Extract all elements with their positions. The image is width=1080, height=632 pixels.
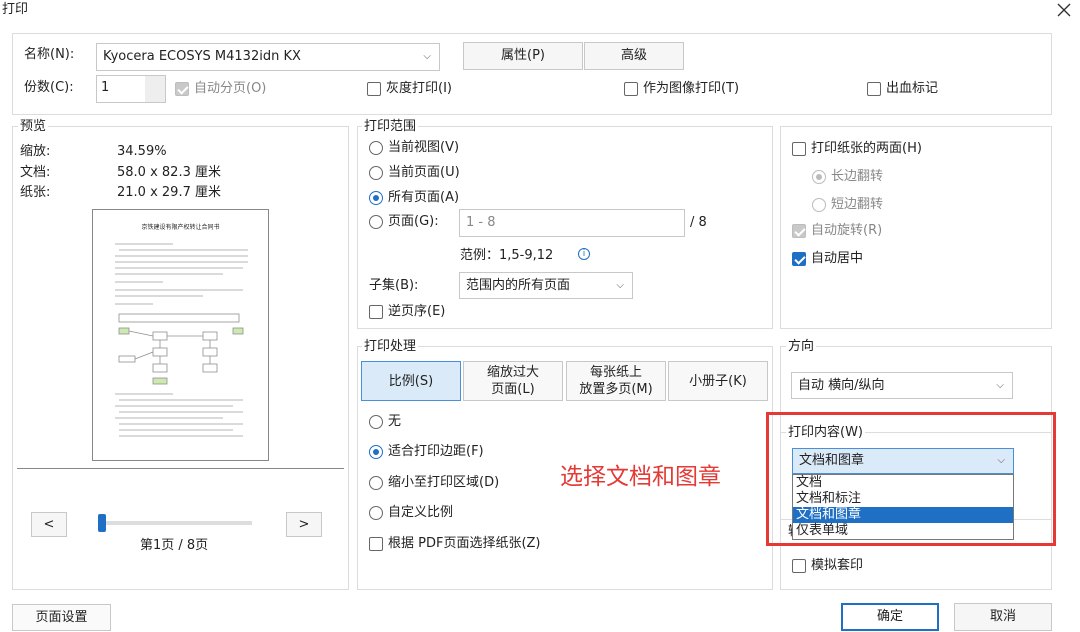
bleed-checkbox[interactable]: 出血标记 [867,80,938,98]
both-sides-checkbox[interactable]: 打印纸张的两面(H) [792,140,922,158]
prev-page-button[interactable]: < [31,512,67,537]
range-example: 范例：1,5-9,12 [460,248,554,263]
fit-margins-radio[interactable]: 适合打印边距(F) [369,443,484,461]
custom-scale-radio[interactable]: 自定义比例 [369,504,453,522]
range-pages-radio[interactable]: 页面(G): [369,213,439,231]
chevron-down-icon: ⌵ [423,51,431,62]
preview-title: 预览 [18,119,49,135]
pages-input[interactable]: 1 - 8 [459,209,685,237]
cancel-button[interactable]: 取消 [954,603,1052,631]
close-icon[interactable] [1056,2,1072,18]
doc-size-value: 58.0 x 82.3 厘米 [117,165,221,180]
properties-button[interactable]: 属性(P) [463,42,583,70]
pdf-paper-checkbox[interactable]: 根据 PDF页面选择纸张(Z) [369,535,541,553]
annotation-text: 选择文档和图章 [560,464,721,490]
copies-label: 份数(C): [24,80,74,95]
print-range-title: 打印范围 [362,119,419,135]
range-all-pages-radio[interactable]: 所有页面(A) [369,189,459,207]
shrink-radio[interactable]: 缩小至打印区域(D) [369,474,499,492]
simulate-overprint-checkbox[interactable]: 模拟套印 [792,557,863,575]
pages-total: / 8 [690,215,707,230]
subset-label: 子集(B): [369,278,419,293]
auto-center-checkbox[interactable]: 自动居中 [792,250,863,268]
long-edge-radio[interactable]: 长边翻转 [812,168,883,186]
orientation-select[interactable]: 自动 横向/纵向 ⌵ [791,372,1013,399]
paper-size-value: 21.0 x 29.7 厘米 [117,185,221,200]
info-icon[interactable]: i [578,248,590,260]
scale-button[interactable]: 比例(S) [361,361,461,401]
next-page-button[interactable]: > [286,512,322,537]
subset-select[interactable]: 范围内的所有页面 ⌵ [459,272,633,299]
auto-rotate-checkbox[interactable]: 自动旋转(R) [792,222,882,240]
scale-none-radio[interactable]: 无 [369,413,401,431]
printer-value: Kyocera ECOSYS M4132idn KX [103,49,301,64]
highlight-box [766,412,1056,546]
printer-name-label: 名称(N): [24,47,75,62]
doc-size-label: 文档: [20,165,51,180]
paper-size-label: 纸张: [20,185,51,200]
print-handling-title: 打印处理 [362,339,419,355]
copies-input[interactable]: 1 [96,75,166,103]
page-preview: 京铁建设有限产权转让合同书 [92,209,269,461]
page-setup-button[interactable]: 页面设置 [12,604,111,631]
grayscale-checkbox[interactable]: 灰度打印(I) [367,80,452,98]
page-slider-track[interactable] [98,514,252,532]
range-current-view-radio[interactable]: 当前视图(V) [369,139,459,157]
orientation-title: 方向 [786,339,817,355]
advanced-button[interactable]: 高级 [584,42,684,70]
preview-content [115,243,248,437]
collate-checkbox[interactable]: 自动分页(O) [175,80,266,98]
ok-button[interactable]: 确定 [841,603,939,631]
page-indicator: 第1页 / 8页 [140,538,209,553]
booklet-button[interactable]: 小册子(K) [668,361,768,401]
zoom-value: 34.59% [117,144,167,159]
window-title: 打印 [2,2,29,17]
chevron-down-icon: ⌵ [616,280,624,291]
title-bar: 打印 [0,0,1080,22]
print-as-image-checkbox[interactable]: 作为图像打印(T) [624,80,739,98]
reverse-order-checkbox[interactable]: 逆页序(E) [369,303,445,321]
range-current-page-radio[interactable]: 当前页面(U) [369,164,460,182]
zoom-label: 缩放: [20,144,51,159]
multiple-pages-button[interactable]: 每张纸上 放置多页(M) [566,361,666,401]
preview-divider [17,468,344,469]
page-slider-thumb[interactable] [98,514,106,532]
printer-select[interactable]: Kyocera ECOSYS M4132idn KX ⌵ [96,43,440,71]
chevron-down-icon: ⌵ [996,380,1004,391]
copies-value: 1 [101,80,110,95]
copies-spinner[interactable] [145,76,165,102]
short-edge-radio[interactable]: 短边翻转 [812,196,883,214]
fit-oversized-button[interactable]: 缩放过大 页面(L) [463,361,563,401]
